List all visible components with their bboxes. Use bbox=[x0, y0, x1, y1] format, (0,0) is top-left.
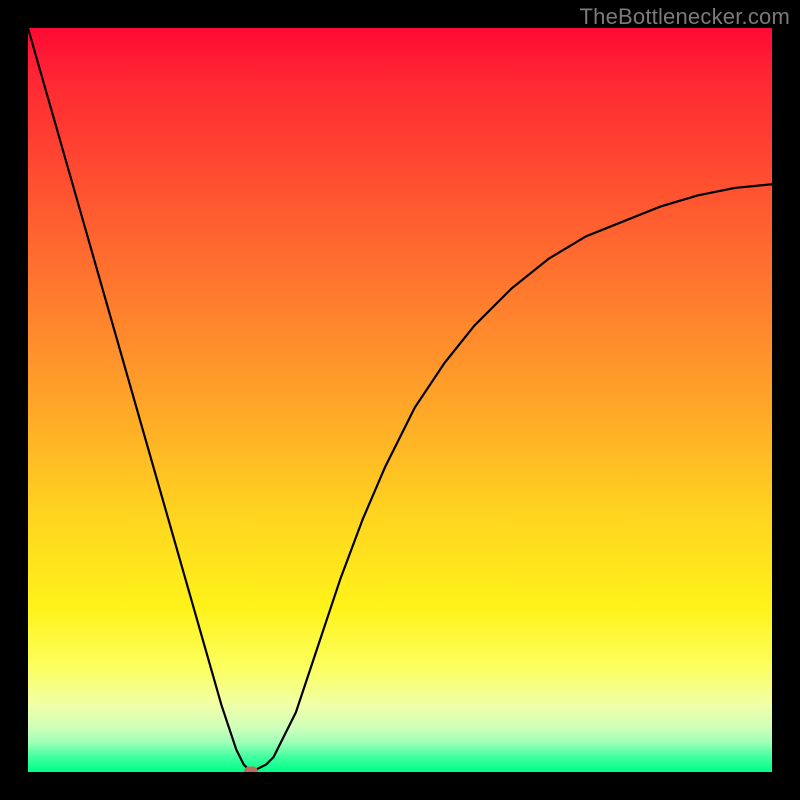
bottleneck-curve bbox=[28, 28, 772, 772]
curve-path bbox=[28, 28, 772, 772]
optimal-point-marker bbox=[244, 767, 258, 773]
watermark-text: TheBottlenecker.com bbox=[580, 4, 790, 30]
plot-area bbox=[28, 28, 772, 772]
chart-container: TheBottlenecker.com bbox=[0, 0, 800, 800]
